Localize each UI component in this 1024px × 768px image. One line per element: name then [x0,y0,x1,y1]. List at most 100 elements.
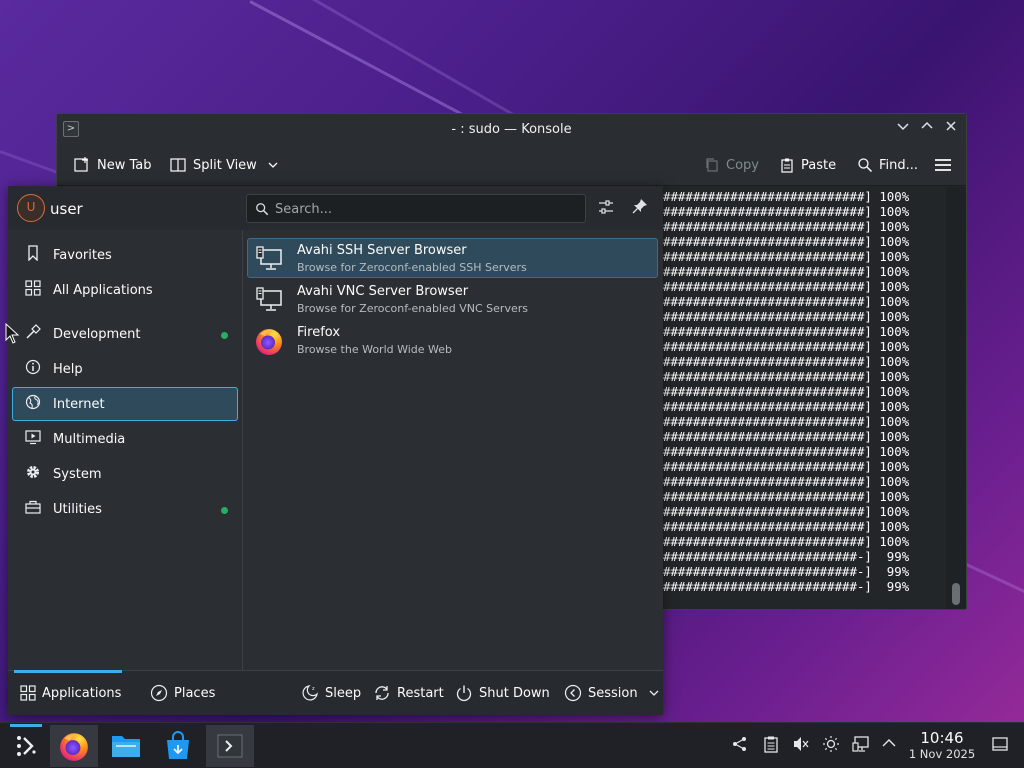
chevron-down-icon [649,690,659,696]
clipboard-icon [764,736,778,753]
folder-icon [112,736,140,757]
restart-button[interactable]: Restart [373,683,444,703]
application-launcher-button[interactable] [2,724,50,767]
terminal-line: ###########################] 100% [663,444,910,459]
grid-icon [13,280,53,300]
copy-button[interactable]: Copy [704,154,759,176]
task-firefox[interactable] [50,725,98,767]
clipboard-tray[interactable] [761,735,781,757]
shutdown-button[interactable]: Shut Down [455,683,550,703]
network-monitor-icon [256,246,282,270]
minimize-button[interactable] [894,119,912,139]
tab-applications-label: Applications [42,685,122,701]
terminal-line: ###########################] 100% [663,204,910,219]
category-utilities[interactable]: Utilities [12,492,238,526]
grid-icon [20,685,36,701]
sleep-button[interactable]: z Sleep [301,683,361,703]
terminal-line: ###########################] 100% [663,429,910,444]
session-button[interactable]: Session [564,683,660,703]
app-avahi-vnc[interactable]: Avahi VNC Server Browser Browse for Zero… [247,279,658,319]
category-system[interactable]: System [12,457,238,491]
app-firefox[interactable]: Firefox Browse the World Wide Web [247,320,658,360]
terminal-line: ###########################] 100% [663,264,910,279]
terminal-line: ###########################] 100% [663,519,910,534]
category-all-applications[interactable]: All Applications [12,273,238,307]
paste-label: Paste [801,157,837,173]
app-avahi-ssh[interactable]: Avahi SSH Server Browser Browse for Zero… [247,238,658,278]
active-tab-indicator [14,670,122,673]
terminal-line: ##########################-] 99% [663,549,910,564]
paste-button[interactable]: Paste [779,154,836,176]
window-titlebar[interactable]: > - : sudo — Konsole [57,114,966,144]
category-help[interactable]: Help [12,352,238,386]
category-label: Help [53,361,83,377]
terminal-line: ###########################] 100% [663,219,910,234]
terminal-scrollbar[interactable] [946,187,966,609]
clock-date: 1 Nov 2025 [908,747,976,761]
terminal-line: ###########################] 100% [663,309,910,324]
volume-tray[interactable] [791,735,811,757]
session-label: Session [588,685,638,701]
network-tray[interactable] [851,735,871,757]
session-icon [564,684,582,702]
firefox-icon [256,329,282,355]
split-view-button[interactable]: Split View [169,154,279,176]
category-internet[interactable]: Internet [12,387,238,421]
search-input[interactable] [275,199,575,219]
new-tab-button[interactable]: New Tab [73,154,152,176]
close-button[interactable] [942,119,960,139]
tab-places[interactable]: Places [150,683,215,703]
username: user [50,200,83,218]
tab-applications[interactable]: Applications [20,683,121,703]
category-label: Utilities [53,501,102,517]
network-share-tray[interactable] [730,735,750,757]
category-development[interactable]: Development [12,317,238,351]
bookmark-icon [13,245,53,265]
digital-clock[interactable]: 10:46 1 Nov 2025 [904,729,980,762]
app-name: Avahi VNC Server Browser [297,284,469,299]
task-konsole[interactable] [206,725,254,767]
configure-button[interactable] [596,198,616,218]
copy-icon [706,158,718,172]
launcher-footer: Applications Places z Sleep Restart Shut… [8,670,663,715]
task-file-manager[interactable] [102,725,150,767]
gear-icon [13,464,53,484]
chevron-down-icon [268,162,278,168]
search-box[interactable] [246,194,586,223]
moon-icon: z [302,685,318,701]
task-discover[interactable] [154,725,202,767]
terminal-line: ###########################] 100% [663,474,910,489]
terminal-line: ##########################-] 99% [663,579,910,594]
brightness-tray[interactable] [821,735,841,757]
application-list: Avahi SSH Server Browser Browse for Zero… [244,230,663,670]
firefox-icon [60,733,88,761]
terminal-output[interactable]: ###########################] 100% #######… [663,187,946,609]
pin-button[interactable] [630,198,650,218]
kde-logo-icon [17,736,36,756]
find-button[interactable]: Find... [857,154,918,176]
desktop-icon [992,737,1008,751]
taskbar: 10:46 1 Nov 2025 [0,722,1024,768]
show-hidden-icons-button[interactable] [879,735,899,757]
app-description: Browse the World Wide Web [297,343,453,356]
shutdown-label: Shut Down [479,685,550,701]
find-label: Find... [879,157,919,173]
tab-places-label: Places [174,685,216,701]
category-multimedia[interactable]: Multimedia [12,422,238,456]
show-desktop-button[interactable] [990,735,1010,757]
terminal-line: ###########################] 100% [663,489,910,504]
chevron-down-icon [897,123,909,131]
terminal-line: ###########################] 100% [663,384,910,399]
info-icon [13,359,53,379]
category-label: All Applications [53,282,153,298]
maximize-button[interactable] [918,119,936,139]
new-tab-icon [74,157,88,172]
chevron-up-icon [882,739,896,747]
hamburger-menu-button[interactable] [934,154,952,176]
konsole-app-icon[interactable]: > [63,121,79,137]
scrollbar-thumb[interactable] [952,583,960,605]
avatar[interactable]: U [17,194,45,222]
network-monitor-icon [256,287,282,311]
clipboard-icon [781,158,793,173]
category-favorites[interactable]: Favorites [12,238,238,272]
